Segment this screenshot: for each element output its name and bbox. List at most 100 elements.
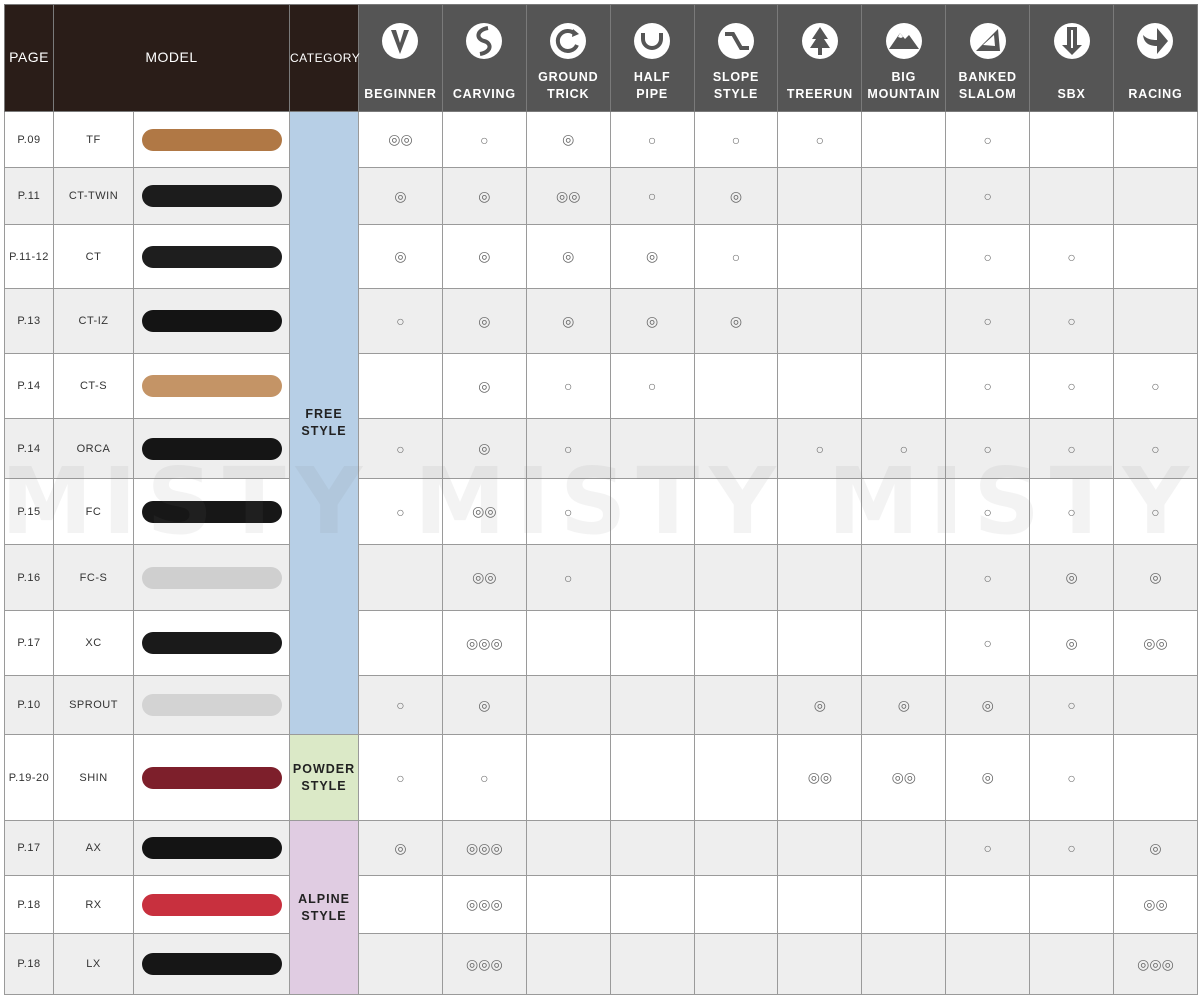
snowboard-image xyxy=(141,953,282,975)
snowboard-image xyxy=(141,893,282,916)
rating-cell: ○ xyxy=(945,111,1031,168)
use-column-header: CARVING xyxy=(441,4,527,112)
rating-mark: ◎◎ xyxy=(388,131,413,147)
table-row: P.15 FC ○ ◎◎ ○ ○ ○ ○ xyxy=(4,478,1198,545)
rating-cell xyxy=(358,544,443,611)
rating-cell: ◎ xyxy=(777,675,863,735)
rating-cell xyxy=(693,610,779,676)
rating-mark: ◎ xyxy=(1065,569,1078,585)
board-image-cell xyxy=(132,418,291,479)
rating-mark: ○ xyxy=(899,440,909,457)
page-cell: P.19-20 xyxy=(4,734,54,821)
rating-cell xyxy=(609,544,695,611)
rating-cell: ○ xyxy=(1029,734,1115,821)
rating-cell xyxy=(777,167,863,225)
model-name-cell: LX xyxy=(53,933,134,995)
rating-cell xyxy=(777,478,863,545)
use-header-label: BANKED SLALOM xyxy=(958,70,1017,101)
rating-cell xyxy=(861,933,947,995)
snowboard-image xyxy=(141,128,282,151)
rating-cell xyxy=(861,167,947,225)
rating-cell: ○ xyxy=(945,288,1031,354)
rating-mark: ○ xyxy=(1067,503,1076,520)
half-pipe-icon xyxy=(634,23,671,59)
rating-cell: ◎ xyxy=(525,224,611,289)
model-name-cell: XC xyxy=(53,610,134,676)
rating-mark: ○ xyxy=(731,248,741,265)
snowboard-image xyxy=(141,766,282,789)
model-name-cell: CT-IZ xyxy=(53,288,134,354)
carving-icon xyxy=(466,23,503,59)
use-column-header: SLOPE STYLE xyxy=(693,4,779,112)
rating-cell xyxy=(1113,675,1198,735)
rating-mark: ○ xyxy=(396,440,405,457)
rating-cell: ○ xyxy=(1029,353,1115,419)
rating-cell xyxy=(1113,167,1198,225)
rating-cell: ◎◎◎ xyxy=(1113,933,1198,995)
rating-cell: ◎◎◎ xyxy=(441,933,527,995)
rating-cell: ○ xyxy=(861,418,947,479)
rating-cell xyxy=(777,544,863,611)
table-body: P.09 TF FREE STYLE ◎◎ ○ ◎ ○ ○ ○ ○ P.11 CT-TWIN ◎ ◎ ◎◎ ○ ◎… xyxy=(4,111,1198,995)
rating-cell xyxy=(525,820,611,876)
rating-cell xyxy=(358,875,443,934)
rating-cell: ◎ xyxy=(861,675,947,735)
rating-cell: ◎ xyxy=(693,288,779,354)
use-header-label: RACING xyxy=(1128,87,1183,101)
rating-cell: ○ xyxy=(358,418,443,479)
rating-mark: ○ xyxy=(1151,378,1160,394)
rating-mark: ○ xyxy=(564,503,573,520)
board-image-cell xyxy=(132,734,291,821)
rating-cell: ◎ xyxy=(441,224,527,289)
rating-cell: ◎◎ xyxy=(525,167,611,225)
rating-mark: ◎ xyxy=(478,440,491,456)
rating-cell: ○ xyxy=(441,734,527,821)
rating-mark: ○ xyxy=(564,440,573,457)
model-use-table: PAGE MODEL CATEGORY BEGINNER CARVING GROUN… xyxy=(4,4,1198,995)
category-cell-free: FREE STYLE xyxy=(289,111,360,735)
beginner-icon xyxy=(382,23,419,59)
rating-cell: ○ xyxy=(1029,418,1115,479)
rating-mark: ○ xyxy=(1151,503,1160,520)
rating-cell xyxy=(861,610,947,676)
rating-cell xyxy=(1113,111,1198,168)
model-name-cell: TF xyxy=(53,111,134,168)
rating-cell xyxy=(1113,734,1198,821)
rating-mark: ○ xyxy=(983,569,992,586)
racing-icon xyxy=(1137,23,1174,59)
page-cell: P.18 xyxy=(4,933,54,995)
rating-cell: ◎ xyxy=(441,353,527,419)
rating-mark: ◎ xyxy=(981,696,994,713)
ground-trick-icon xyxy=(550,23,587,59)
table-row: P.18 LX ◎◎◎ ◎◎◎ xyxy=(4,933,1198,995)
rating-mark: ◎ xyxy=(478,187,491,204)
page-cell: P.17 xyxy=(4,610,54,676)
rating-cell: ◎◎ xyxy=(358,111,443,168)
category-cell-alpine: ALPINE STYLE xyxy=(289,820,360,995)
rating-cell xyxy=(861,224,947,289)
rating-cell xyxy=(1113,288,1198,354)
rating-cell xyxy=(609,418,695,479)
rating-cell xyxy=(1113,224,1198,289)
rating-cell: ◎ xyxy=(441,675,527,735)
use-column-header: RACING xyxy=(1113,4,1198,112)
rating-cell: ○ xyxy=(1029,820,1115,876)
use-header-label: BIG MOUNTAIN xyxy=(867,70,941,101)
rating-cell: ○ xyxy=(609,353,695,419)
rating-mark: ◎◎ xyxy=(556,187,581,204)
board-image-cell xyxy=(132,353,291,419)
rating-cell xyxy=(777,875,863,934)
snowboard-image xyxy=(141,375,282,397)
rating-cell: ○ xyxy=(525,418,611,479)
rating-cell xyxy=(693,820,779,876)
rating-cell xyxy=(525,610,611,676)
category-column-header: CATEGORY xyxy=(289,4,360,112)
sbx-icon xyxy=(1053,23,1090,59)
snowboard-image xyxy=(141,185,282,207)
rating-cell: ○ xyxy=(358,288,443,354)
rating-cell xyxy=(1029,167,1115,225)
rating-cell: ○ xyxy=(525,478,611,545)
table-row: P.09 TF FREE STYLE ◎◎ ○ ◎ ○ ○ ○ ○ xyxy=(4,111,1198,735)
rating-cell: ◎◎ xyxy=(441,544,527,611)
rating-cell: ○ xyxy=(609,111,695,168)
